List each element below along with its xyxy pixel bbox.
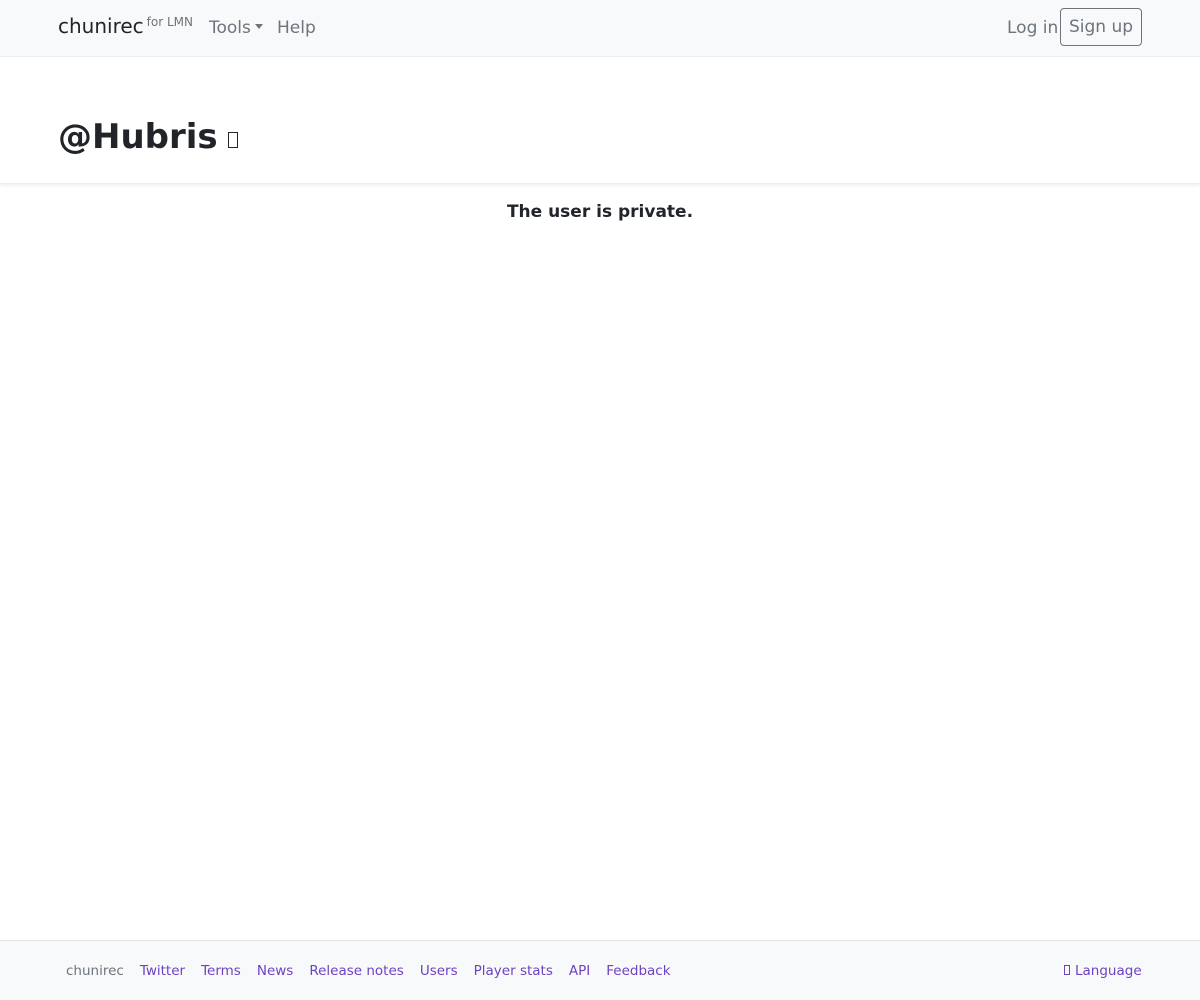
private-message: The user is private. <box>506 202 694 222</box>
page-title: @Hubris <box>58 117 238 157</box>
footer-link-users[interactable]: Users <box>420 963 458 979</box>
footer-brand: chunirec <box>66 963 124 979</box>
footer-links: chunirec Twitter Terms News Release note… <box>66 963 671 979</box>
footer-link-news[interactable]: News <box>257 963 293 979</box>
footer-link-api[interactable]: API <box>569 963 590 979</box>
brand-subtitle: for LMN <box>146 15 194 29</box>
missing-glyph-icon <box>227 131 238 148</box>
footer-link-feedback[interactable]: Feedback <box>606 963 670 979</box>
brand-link[interactable]: chunirec for LMN <box>58 14 193 38</box>
footer-link-player-stats[interactable]: Player stats <box>474 963 553 979</box>
footer-link-release-notes[interactable]: Release notes <box>309 963 404 979</box>
navbar: chunirec for LMN Tools Help Log in Sign u… <box>0 0 1200 57</box>
caret-down-icon <box>254 23 263 29</box>
brand-name: chunirec <box>58 14 144 38</box>
signup-button[interactable]: Sign up <box>1060 8 1142 46</box>
globe-icon <box>1064 965 1070 975</box>
footer-link-twitter[interactable]: Twitter <box>140 963 185 979</box>
username: @Hubris <box>58 117 218 157</box>
language-label: Language <box>1075 963 1142 979</box>
page-header: @Hubris <box>0 57 1200 184</box>
footer-link-terms[interactable]: Terms <box>201 963 241 979</box>
footer: chunirec Twitter Terms News Release note… <box>0 940 1200 1000</box>
nav-help-link[interactable]: Help <box>277 18 316 38</box>
nav-tools-dropdown[interactable]: Tools <box>209 18 263 38</box>
nav-tools-label: Tools <box>209 18 251 38</box>
login-link[interactable]: Log in <box>1007 18 1058 38</box>
language-selector[interactable]: Language <box>1064 963 1142 979</box>
